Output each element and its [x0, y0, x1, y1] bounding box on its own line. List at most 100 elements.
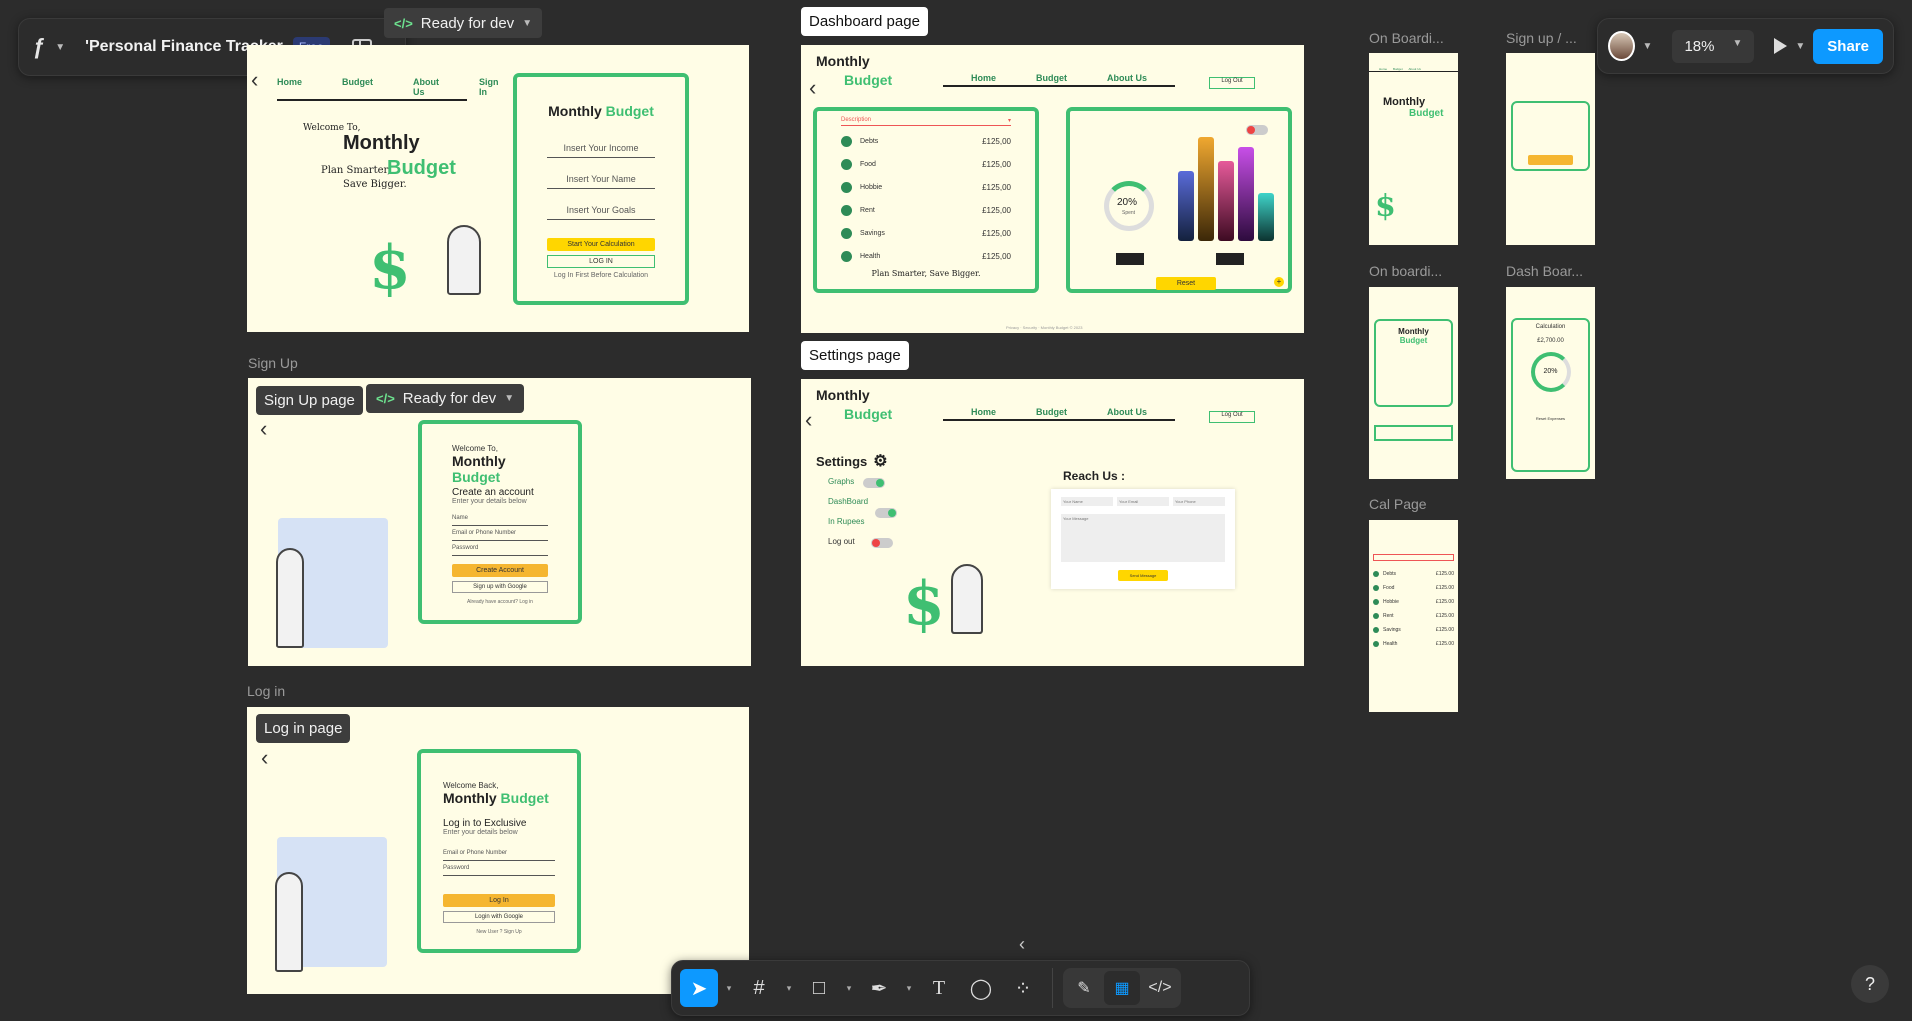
frame-pill-signup[interactable]: Sign Up page — [256, 386, 363, 415]
chevron-down-icon[interactable]: ▼ — [1795, 41, 1805, 52]
message-input[interactable]: Your Message — [1061, 514, 1225, 562]
frame-login[interactable]: ‹ Welcome Back, Monthly Budget Log in to… — [247, 707, 749, 994]
settings-logout[interactable]: Log out — [828, 537, 855, 546]
google-signup-button[interactable]: Sign up with Google — [452, 581, 548, 593]
reset-expenses[interactable]: Reset Expenses — [1513, 416, 1588, 421]
name-field[interactable]: Name — [452, 511, 548, 526]
phone-input[interactable]: Your Phone — [1173, 497, 1225, 506]
chevron-down-icon[interactable]: ▾ — [782, 983, 796, 994]
cal-row[interactable]: Hobbie £125.00 — [1373, 595, 1454, 609]
nav-budget[interactable]: Budget — [1036, 407, 1067, 417]
figma-icon[interactable]: ƒ — [33, 34, 45, 60]
back-arrow-icon[interactable]: ‹ — [261, 745, 268, 771]
add-icon[interactable]: + — [1274, 277, 1284, 287]
nav-budget[interactable]: Budget — [1036, 73, 1067, 83]
expense-row[interactable]: Hobbie £125,00 — [841, 176, 1011, 199]
frame-mobile-onboard1[interactable]: Home Budget About Us Monthly Budget $ — [1369, 53, 1458, 245]
reset-button[interactable]: Reset — [1156, 277, 1216, 290]
expense-row[interactable]: Rent £125,00 — [841, 199, 1011, 222]
pen-icon[interactable]: ✒ — [860, 969, 898, 1007]
cal-row[interactable]: Health £125.00 — [1373, 637, 1454, 651]
comment-icon[interactable]: ◯ — [962, 969, 1000, 1007]
frame-pill-dashboard[interactable]: Dashboard page — [801, 7, 928, 36]
back-arrow-icon[interactable]: ‹ — [260, 416, 267, 442]
frame-settings[interactable]: Monthly Budget ‹ Home Budget About Us Lo… — [801, 379, 1304, 666]
design-mode-icon[interactable]: ▦ — [1104, 971, 1140, 1005]
logout-button[interactable]: Log Out — [1209, 411, 1255, 423]
frame-icon[interactable]: # — [740, 969, 778, 1007]
text-icon[interactable]: T — [920, 969, 958, 1007]
back-arrow-icon[interactable]: ‹ — [251, 67, 258, 93]
nav-about[interactable]: About Us — [1107, 407, 1147, 417]
frame-onboarding[interactable]: ‹ Home Budget About Us Sign In Welcome T… — [247, 45, 749, 332]
back-arrow-icon[interactable]: ‹ — [805, 407, 812, 433]
chevron-down-icon[interactable]: ▾ — [902, 983, 916, 994]
logout-button[interactable]: Log Out — [1209, 77, 1255, 89]
share-button[interactable]: Share — [1813, 28, 1883, 64]
section-label-login[interactable]: Log in — [247, 683, 285, 699]
frame-mobile-dash[interactable]: Calculation £2,700.00 20% Reset Expenses — [1506, 287, 1595, 479]
ready-pill-signup[interactable]: </> Ready for dev ▼ — [366, 384, 525, 413]
goals-input[interactable]: Insert Your Goals — [547, 201, 655, 220]
desc-dropdown[interactable]: Description — [841, 117, 871, 124]
name-input[interactable]: Your Name — [1061, 497, 1113, 506]
nav-about[interactable]: About Us — [413, 77, 439, 97]
signup-link[interactable]: Sign Up — [504, 929, 522, 935]
chevron-down-icon[interactable]: ▼ — [55, 42, 65, 53]
nav-signin[interactable]: Sign In — [479, 77, 499, 97]
chevron-down-icon[interactable]: ▾ — [842, 983, 856, 994]
frame-signup[interactable]: ‹ Welcome To, Monthly Budget Create an a… — [248, 378, 751, 666]
graphs-toggle[interactable] — [863, 478, 885, 488]
chevron-left-icon[interactable]: ‹ — [1019, 934, 1025, 955]
nav-home[interactable]: Home — [277, 77, 302, 97]
google-login-button[interactable]: Login with Google — [443, 911, 555, 923]
mobile-label-signup[interactable]: Sign up / ... — [1506, 30, 1577, 46]
chevron-down-icon[interactable]: ▼ — [1643, 41, 1653, 52]
rupees-toggle[interactable] — [871, 538, 893, 548]
rectangle-icon[interactable]: □ — [800, 969, 838, 1007]
mobile-label-onboard1[interactable]: On Boardi... — [1369, 30, 1444, 46]
mobile-login-box[interactable] — [1374, 425, 1453, 441]
login-link[interactable]: Log in — [519, 599, 533, 605]
cal-dropdown[interactable] — [1373, 554, 1454, 561]
login-submit-button[interactable]: Log In — [443, 894, 555, 907]
mobile-create-button[interactable] — [1528, 155, 1573, 165]
mobile-label-onboard2[interactable]: On boardi... — [1369, 263, 1442, 279]
create-account-button[interactable]: Create Account — [452, 564, 548, 577]
mobile-label-cal[interactable]: Cal Page — [1369, 496, 1427, 512]
move-icon[interactable]: ➤ — [680, 969, 718, 1007]
draw-icon[interactable]: ✎ — [1066, 971, 1102, 1005]
nav-budget[interactable]: Budget — [342, 77, 373, 97]
frame-dashboard[interactable]: Monthly Budget ‹ Home Budget About Us Lo… — [801, 45, 1304, 333]
email-field[interactable]: Email or Phone Number — [452, 526, 548, 541]
email-input[interactable]: Your Email — [1117, 497, 1169, 506]
play-icon[interactable] — [1774, 38, 1788, 54]
frame-pill-settings[interactable]: Settings page — [801, 341, 909, 370]
dev-mode-icon[interactable]: </> — [1142, 971, 1178, 1005]
section-label-signup[interactable]: Sign Up — [248, 355, 298, 371]
income-input[interactable]: Insert Your Income — [547, 139, 655, 158]
help-icon[interactable]: ? — [1851, 965, 1889, 1003]
email-field[interactable]: Email or Phone Number — [443, 846, 555, 861]
send-message-button[interactable]: Send Message — [1118, 570, 1168, 581]
frame-pill-login[interactable]: Log in page — [256, 714, 351, 743]
components-icon[interactable]: ⁘ — [1004, 969, 1042, 1007]
password-field[interactable]: Password — [452, 541, 548, 556]
nav-about[interactable]: About Us — [1107, 73, 1147, 83]
start-calculation-button[interactable]: Start Your Calculation — [547, 238, 655, 251]
avatar[interactable] — [1608, 31, 1635, 61]
nav-home[interactable]: Home — [971, 407, 996, 417]
cal-row[interactable]: Rent £125.00 — [1373, 609, 1454, 623]
password-field[interactable]: Password — [443, 861, 555, 876]
zoom-control[interactable]: 18% ▼ — [1672, 29, 1755, 63]
status-pill-top[interactable]: </> Ready for dev ▼ — [384, 8, 543, 38]
chevron-down-icon[interactable]: ▾ — [722, 983, 736, 994]
dashboard-toggle[interactable] — [875, 508, 897, 518]
expense-row[interactable]: Food £125,00 — [841, 153, 1011, 176]
cal-row[interactable]: Savings £125.00 — [1373, 623, 1454, 637]
name-input[interactable]: Insert Your Name — [547, 170, 655, 189]
frame-mobile-signup[interactable] — [1506, 53, 1595, 245]
expense-row[interactable]: Health £125,00 — [841, 245, 1011, 268]
cal-row[interactable]: Debts £125.00 — [1373, 567, 1454, 581]
expense-row[interactable]: Debts £125,00 — [841, 130, 1011, 153]
